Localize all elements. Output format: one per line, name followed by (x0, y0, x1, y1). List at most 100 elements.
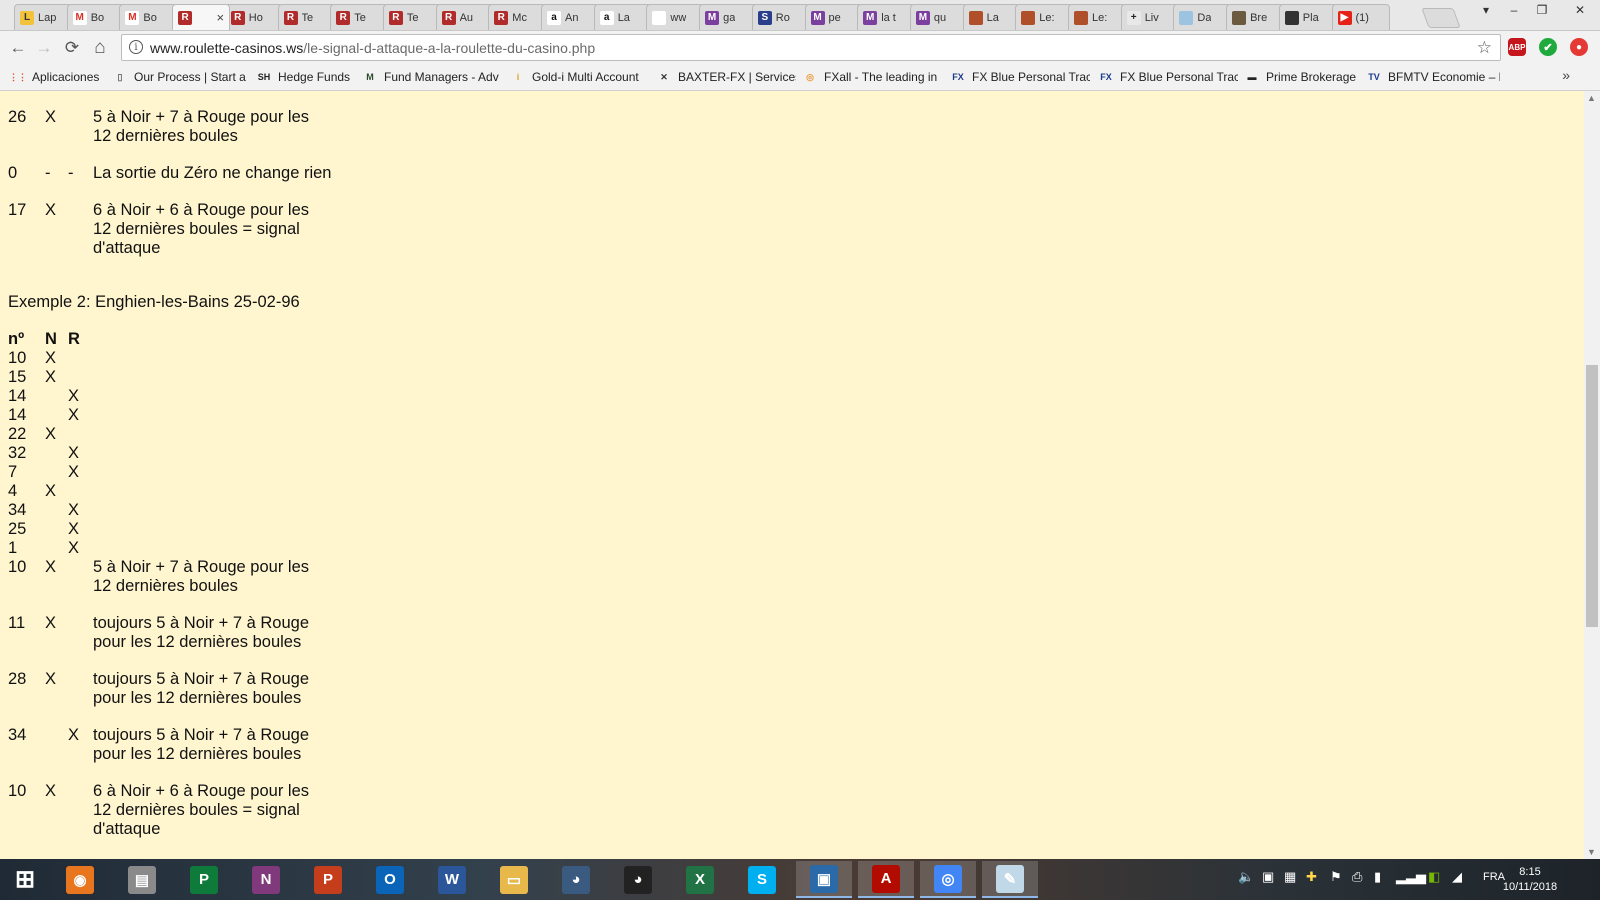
profile-icon[interactable]: ▾ (1472, 0, 1500, 20)
address-bar[interactable]: i www.roulette-casinos.ws/le-signal-d-at… (121, 34, 1501, 61)
tray-icon-1[interactable]: ▣ (1262, 869, 1274, 885)
browser-tab[interactable]: R Te (277, 4, 336, 30)
network-icon[interactable]: ▂▃▅ (1396, 869, 1426, 885)
browser-tab[interactable]: R Mc (488, 4, 547, 30)
browser-tab[interactable]: R Ho (224, 4, 283, 30)
back-button[interactable]: ← (6, 36, 30, 60)
browser-tab[interactable]: a An (541, 4, 599, 30)
scroll-thumb[interactable] (1586, 365, 1598, 627)
bookmarks-overflow-icon[interactable]: » (1562, 67, 1570, 83)
tray-icon-4[interactable]: ◢ (1452, 869, 1462, 885)
printer-icon[interactable]: ⎙ (1352, 869, 1362, 885)
bookmark-favicon-icon: ▯ (117, 71, 123, 82)
red-extension-icon[interactable]: ● (1570, 38, 1588, 56)
browser-tab[interactable]: Da (1173, 4, 1232, 30)
taskbar-app-cat-app[interactable]: ◕ (610, 861, 666, 898)
browser-tab[interactable]: Mpe (804, 4, 863, 30)
bookmark-star-icon[interactable]: ☆ (1477, 38, 1492, 58)
taskbar-app-chrome[interactable]: ◎ (920, 861, 976, 898)
bookmark-item[interactable]: ⋮⋮ Aplicaciones (10, 68, 108, 86)
start-button[interactable]: ⊞ (0, 861, 50, 898)
taskbar-app-outlook[interactable]: O (362, 861, 418, 898)
excel-icon: X (686, 865, 714, 894)
browser-tab[interactable]: R Au (435, 4, 494, 30)
browser-tab[interactable]: Le: (1068, 4, 1126, 30)
taskbar-app-notepad[interactable]: ▤ (114, 861, 170, 898)
browser-tab[interactable]: S Ro (751, 4, 810, 30)
bookmark-item[interactable]: FX FX Blue Personal Trac (950, 68, 1090, 86)
bookmark-item[interactable]: FX FX Blue Personal Trac (1098, 68, 1238, 86)
speaker-icon[interactable]: 🔈 (1238, 869, 1254, 885)
bookmark-item[interactable]: i Gold-i Multi Account (510, 68, 650, 86)
paint-icon: ✎ (996, 864, 1024, 893)
browser-tab[interactable]: Mla t (857, 4, 916, 30)
tray-icon-2[interactable]: ▦ (1284, 869, 1296, 885)
taskbar-app-acrobat[interactable]: A (858, 861, 914, 898)
column-header-noir: N (45, 330, 57, 348)
taskbar-app-skype[interactable]: S (734, 861, 790, 898)
adblock-plus-icon[interactable]: ABP (1508, 38, 1526, 56)
taskbar-app-file-explorer[interactable]: ▭ (486, 861, 542, 898)
noir-mark: X (45, 782, 57, 800)
browser-tab[interactable]: Pla (1278, 4, 1337, 30)
info-icon[interactable]: i (129, 40, 143, 54)
nvidia-icon[interactable]: ◧ (1428, 869, 1440, 885)
browser-tab[interactable]: + Liv (1120, 4, 1179, 30)
scroll-down-icon[interactable]: ▼ (1587, 847, 1596, 857)
reload-button[interactable]: ⟳ (60, 36, 84, 60)
browser-tab[interactable]: Mqu (909, 4, 968, 30)
bookmark-item[interactable]: ▯ Our Process | Start a (112, 68, 246, 86)
taskbar-app-onenote[interactable]: N (238, 861, 294, 898)
browser-tab[interactable]: R Te (382, 4, 441, 30)
remote-app-icon: ▣ (810, 864, 838, 893)
bookmark-item[interactable]: M Fund Managers - Adv (362, 68, 502, 86)
browser-tab[interactable]: L Lap (14, 4, 72, 30)
browser-tab[interactable]: Bre (1226, 4, 1285, 30)
taskbar-app-powerpoint[interactable]: P (300, 861, 356, 898)
system-clock[interactable]: 8:15 10/11/2018 (1495, 865, 1565, 895)
taskbar-app-owl-app[interactable]: ◕ (548, 861, 604, 898)
browser-tab[interactable]: Mga (699, 4, 758, 30)
tray-icon-3[interactable]: ✚ (1306, 869, 1317, 885)
bookmark-item[interactable]: TV BFMTV Economie – la (1366, 68, 1500, 86)
taskbar-app-publisher[interactable]: P (176, 861, 232, 898)
device-icon[interactable]: ▮ (1374, 869, 1381, 885)
bookmark-item[interactable]: ▬ Prime Brokerage (1244, 68, 1360, 86)
tab-close-icon[interactable]: × (217, 10, 225, 25)
ball-number: 7 (8, 463, 18, 481)
taskbar-app-word[interactable]: W (424, 861, 480, 898)
browser-tab[interactable]: La (962, 4, 1021, 30)
column-header-number: nº (8, 330, 25, 348)
check-extension-icon[interactable]: ✔ (1539, 38, 1557, 56)
tab-active[interactable]: R × (172, 4, 231, 30)
url-text[interactable]: www.roulette-casinos.ws/le-signal-d-atta… (150, 40, 595, 56)
ball-number: 10 (8, 782, 27, 800)
new-tab-button[interactable] (1421, 8, 1461, 28)
word-icon: W (438, 865, 466, 894)
close-window-button[interactable]: ✕ (1560, 0, 1600, 20)
browser-tab[interactable]: M Bo (119, 4, 178, 30)
forward-button[interactable]: → (32, 36, 56, 60)
minimize-button[interactable]: – (1500, 0, 1528, 20)
ball-number: 10 (8, 558, 27, 576)
page-scrollbar[interactable]: ▲ ▼ (1584, 91, 1600, 859)
browser-tab[interactable]: R Te (330, 4, 389, 30)
taskbar-app-firefox[interactable]: ◉ (52, 861, 108, 898)
action-flag-icon[interactable]: ⚑ (1330, 869, 1342, 885)
restore-button[interactable]: ❐ (1528, 0, 1556, 20)
taskbar-app-excel[interactable]: X (672, 861, 728, 898)
browser-tab[interactable]: a La (593, 4, 652, 30)
taskbar-app-paint[interactable]: ✎ (982, 861, 1038, 898)
home-button[interactable]: ⌂ (88, 36, 112, 60)
tab-title: Lap (38, 11, 57, 24)
bookmark-item[interactable]: SH Hedge Funds (256, 68, 356, 86)
bookmark-item[interactable]: ◎ FXall - The leading in (802, 68, 942, 86)
browser-tab[interactable]: M Bo (66, 4, 125, 30)
taskbar-app-remote-app[interactable]: ▣ (796, 861, 852, 898)
tab-title: qu (933, 11, 947, 24)
browser-tab[interactable]: Le: (1015, 4, 1074, 30)
bookmark-item[interactable]: ✕ BAXTER-FX | Services (656, 68, 796, 86)
browser-tab[interactable]: ww (646, 4, 705, 30)
scroll-up-icon[interactable]: ▲ (1587, 93, 1596, 103)
browser-tab[interactable]: ▶ (1) (1331, 4, 1390, 30)
